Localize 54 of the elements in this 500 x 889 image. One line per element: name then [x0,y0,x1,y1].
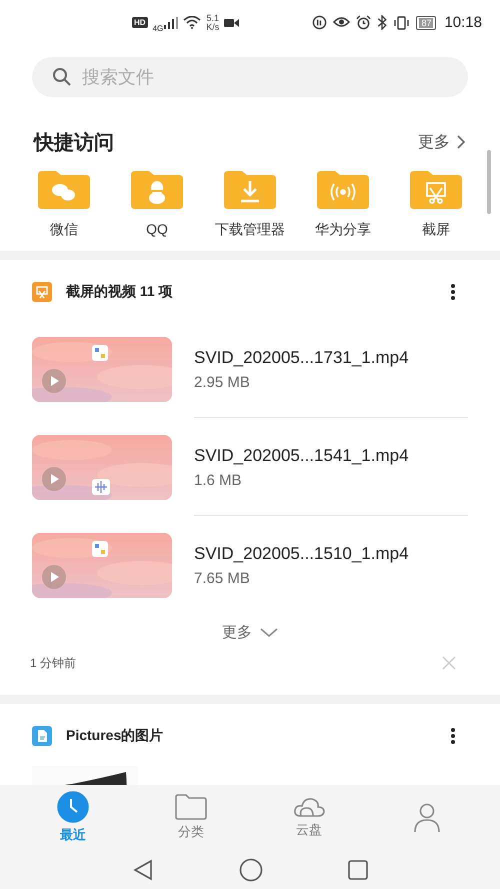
group-title: 截屏的视频 11 项 [66,283,174,301]
quick-access-item[interactable]: 下载管理器 [210,171,290,239]
download-folder-icon [222,171,278,209]
quick-access-item[interactable]: QQ [117,171,197,239]
speed-unit: K/s [206,22,220,32]
speed-value: 5.1 [206,14,219,22]
quick-access-item[interactable]: 华为分享 [303,171,383,239]
section-title: 快捷访问 [34,130,114,156]
wifi-icon [183,16,202,29]
group-title: Pictures的图片 [66,727,164,745]
file-size: 1.6 MB [194,472,243,488]
file-name[interactable]: SVID_202005...1731_1.mp4 [194,348,409,368]
more-link[interactable]: 更多 [418,132,466,152]
scrollbar [487,150,491,214]
broadcast-folder-icon [315,171,371,209]
clock-time: 10:18 [444,14,482,31]
folder-icon [175,794,207,820]
file-name[interactable]: SVID_202005...1510_1.mp4 [194,544,409,564]
video-camera-icon [224,18,240,28]
clock-icon [57,791,89,823]
nav-tab[interactable]: 云盘 [269,796,349,839]
more-options-icon[interactable] [450,283,456,301]
chevron-down-icon [260,628,278,638]
home-icon[interactable] [238,858,263,882]
alarm-icon [356,15,372,30]
show-more-button[interactable]: 更多 [216,622,284,643]
recents-icon[interactable] [348,860,368,880]
file-size: 7.65 MB [194,570,251,586]
document-icon [32,726,52,746]
eye-icon [333,16,350,29]
back-icon[interactable] [132,858,154,880]
cloud-icon [293,796,325,818]
nav-tab[interactable]: 分类 [151,794,231,841]
file-name[interactable]: SVID_202005...1541_1.mp4 [194,446,409,466]
file-size: 2.95 MB [194,374,251,390]
timestamp: 1 分钟前 [30,654,76,672]
screenshot-icon [32,282,52,302]
person-icon [414,802,440,832]
network-type: 4G [152,24,164,33]
status-badge-icon [312,15,328,30]
hd-badge: HD [132,17,148,28]
more-options-icon[interactable] [450,727,456,745]
search-icon [52,67,72,87]
search-field[interactable]: 搜索文件 [32,57,468,97]
bluetooth-icon [377,15,388,30]
chevron-right-icon [456,134,466,150]
battery-icon: 87 [416,16,436,30]
screenshot-folder-icon [408,171,464,209]
quick-access-item[interactable]: 截屏 [396,171,476,239]
chat-folder-icon [36,171,92,209]
quick-access-item[interactable]: 微信 [24,171,104,239]
penguin-folder-icon [129,171,185,209]
vibrate-icon [393,16,410,30]
signal-icon [164,16,178,28]
